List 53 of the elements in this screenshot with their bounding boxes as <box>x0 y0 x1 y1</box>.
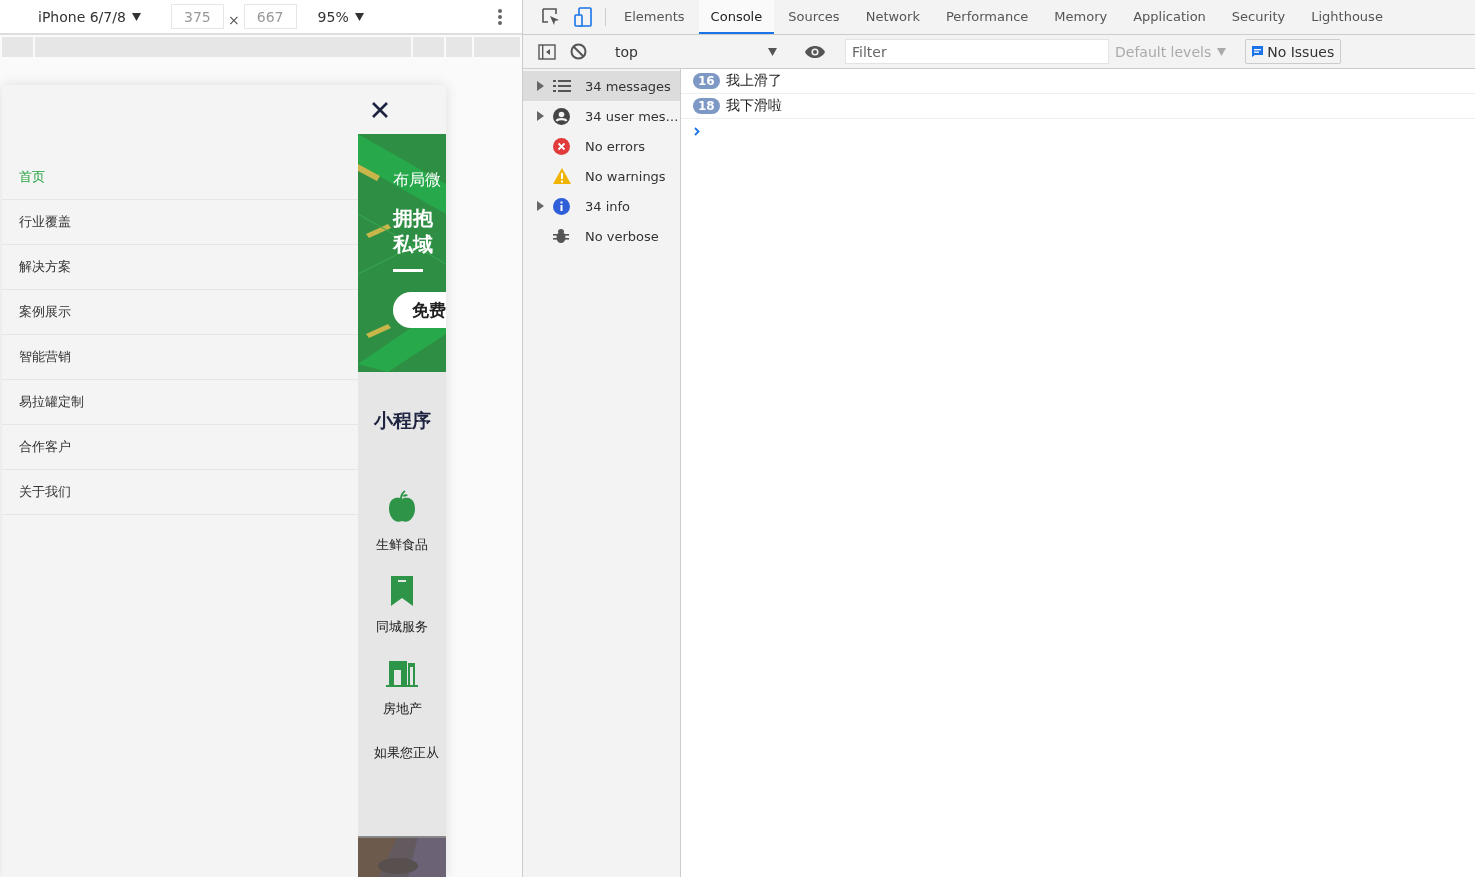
section-text: 如果您正从 <box>373 744 439 762</box>
repeat-count: 18 <box>693 98 720 114</box>
info-icon <box>553 197 570 215</box>
caret-icon <box>354 12 364 21</box>
filter-field[interactable]: Filter <box>845 39 1109 64</box>
console-message: 我上滑了 <box>725 72 782 90</box>
expand-arrow-icon[interactable] <box>537 81 544 91</box>
devtools-tab[interactable]: Lighthouse <box>1299 0 1395 34</box>
devtools-tab[interactable]: Sources <box>776 0 852 34</box>
close-icon[interactable] <box>371 100 389 119</box>
devtools-tab[interactable]: Application <box>1121 0 1218 34</box>
sidebar-item[interactable]: 34 messages <box>523 71 680 101</box>
prompt-icon[interactable] <box>694 127 700 136</box>
apple-icon <box>386 490 418 524</box>
sidebar-item[interactable]: No warnings <box>523 161 680 191</box>
more-icon[interactable] <box>498 8 502 25</box>
banner-title: 拥抱 私域 <box>393 205 434 257</box>
category-label[interactable]: 同城服务 <box>376 618 428 636</box>
times-sign: × <box>227 10 240 28</box>
sidebar-item[interactable]: No errors <box>523 131 680 161</box>
devtools-tab[interactable]: Performance <box>933 0 1041 34</box>
zoom-select[interactable]: 95% <box>317 8 364 25</box>
caret-icon <box>131 12 141 21</box>
issues-button[interactable]: No Issues <box>1245 39 1342 64</box>
devtools-tab[interactable]: Security <box>1219 0 1298 34</box>
user-icon <box>553 107 570 125</box>
caret-icon <box>768 47 777 56</box>
caret-icon <box>1217 47 1227 56</box>
error-icon <box>553 137 570 155</box>
category-label[interactable]: 房地产 <box>382 700 422 718</box>
category-label[interactable]: 生鲜食品 <box>376 536 428 554</box>
warning-icon <box>553 168 571 184</box>
devtools-tab[interactable]: Memory <box>1042 0 1120 34</box>
devtools-tab[interactable]: Network <box>853 0 932 34</box>
expand-arrow-icon[interactable] <box>537 111 544 121</box>
expand-arrow-icon[interactable] <box>537 201 544 211</box>
sidebar-item[interactable]: 34 user mes… <box>523 101 680 131</box>
devtools-tab[interactable]: Elements <box>612 0 697 34</box>
console-message: 我下滑啦 <box>725 97 782 115</box>
banner-subtitle: 布局微 <box>393 170 442 191</box>
free-button[interactable]: 免费 <box>393 292 446 328</box>
sidebar-item[interactable]: No verbose <box>523 221 680 251</box>
devtools-tab[interactable]: Console <box>698 0 775 34</box>
context-select[interactable]: top <box>607 43 785 60</box>
bookmark-icon <box>391 576 413 606</box>
list-icon <box>553 80 571 92</box>
issue-icon <box>1252 46 1264 57</box>
repeat-count: 16 <box>693 73 720 89</box>
building-icon <box>386 658 418 688</box>
bug-icon <box>553 228 569 244</box>
sidebar-item[interactable]: 34 info <box>523 191 680 221</box>
section-title: 小程序 <box>373 408 431 433</box>
device-select[interactable]: iPhone 6/7/8 <box>38 8 141 25</box>
